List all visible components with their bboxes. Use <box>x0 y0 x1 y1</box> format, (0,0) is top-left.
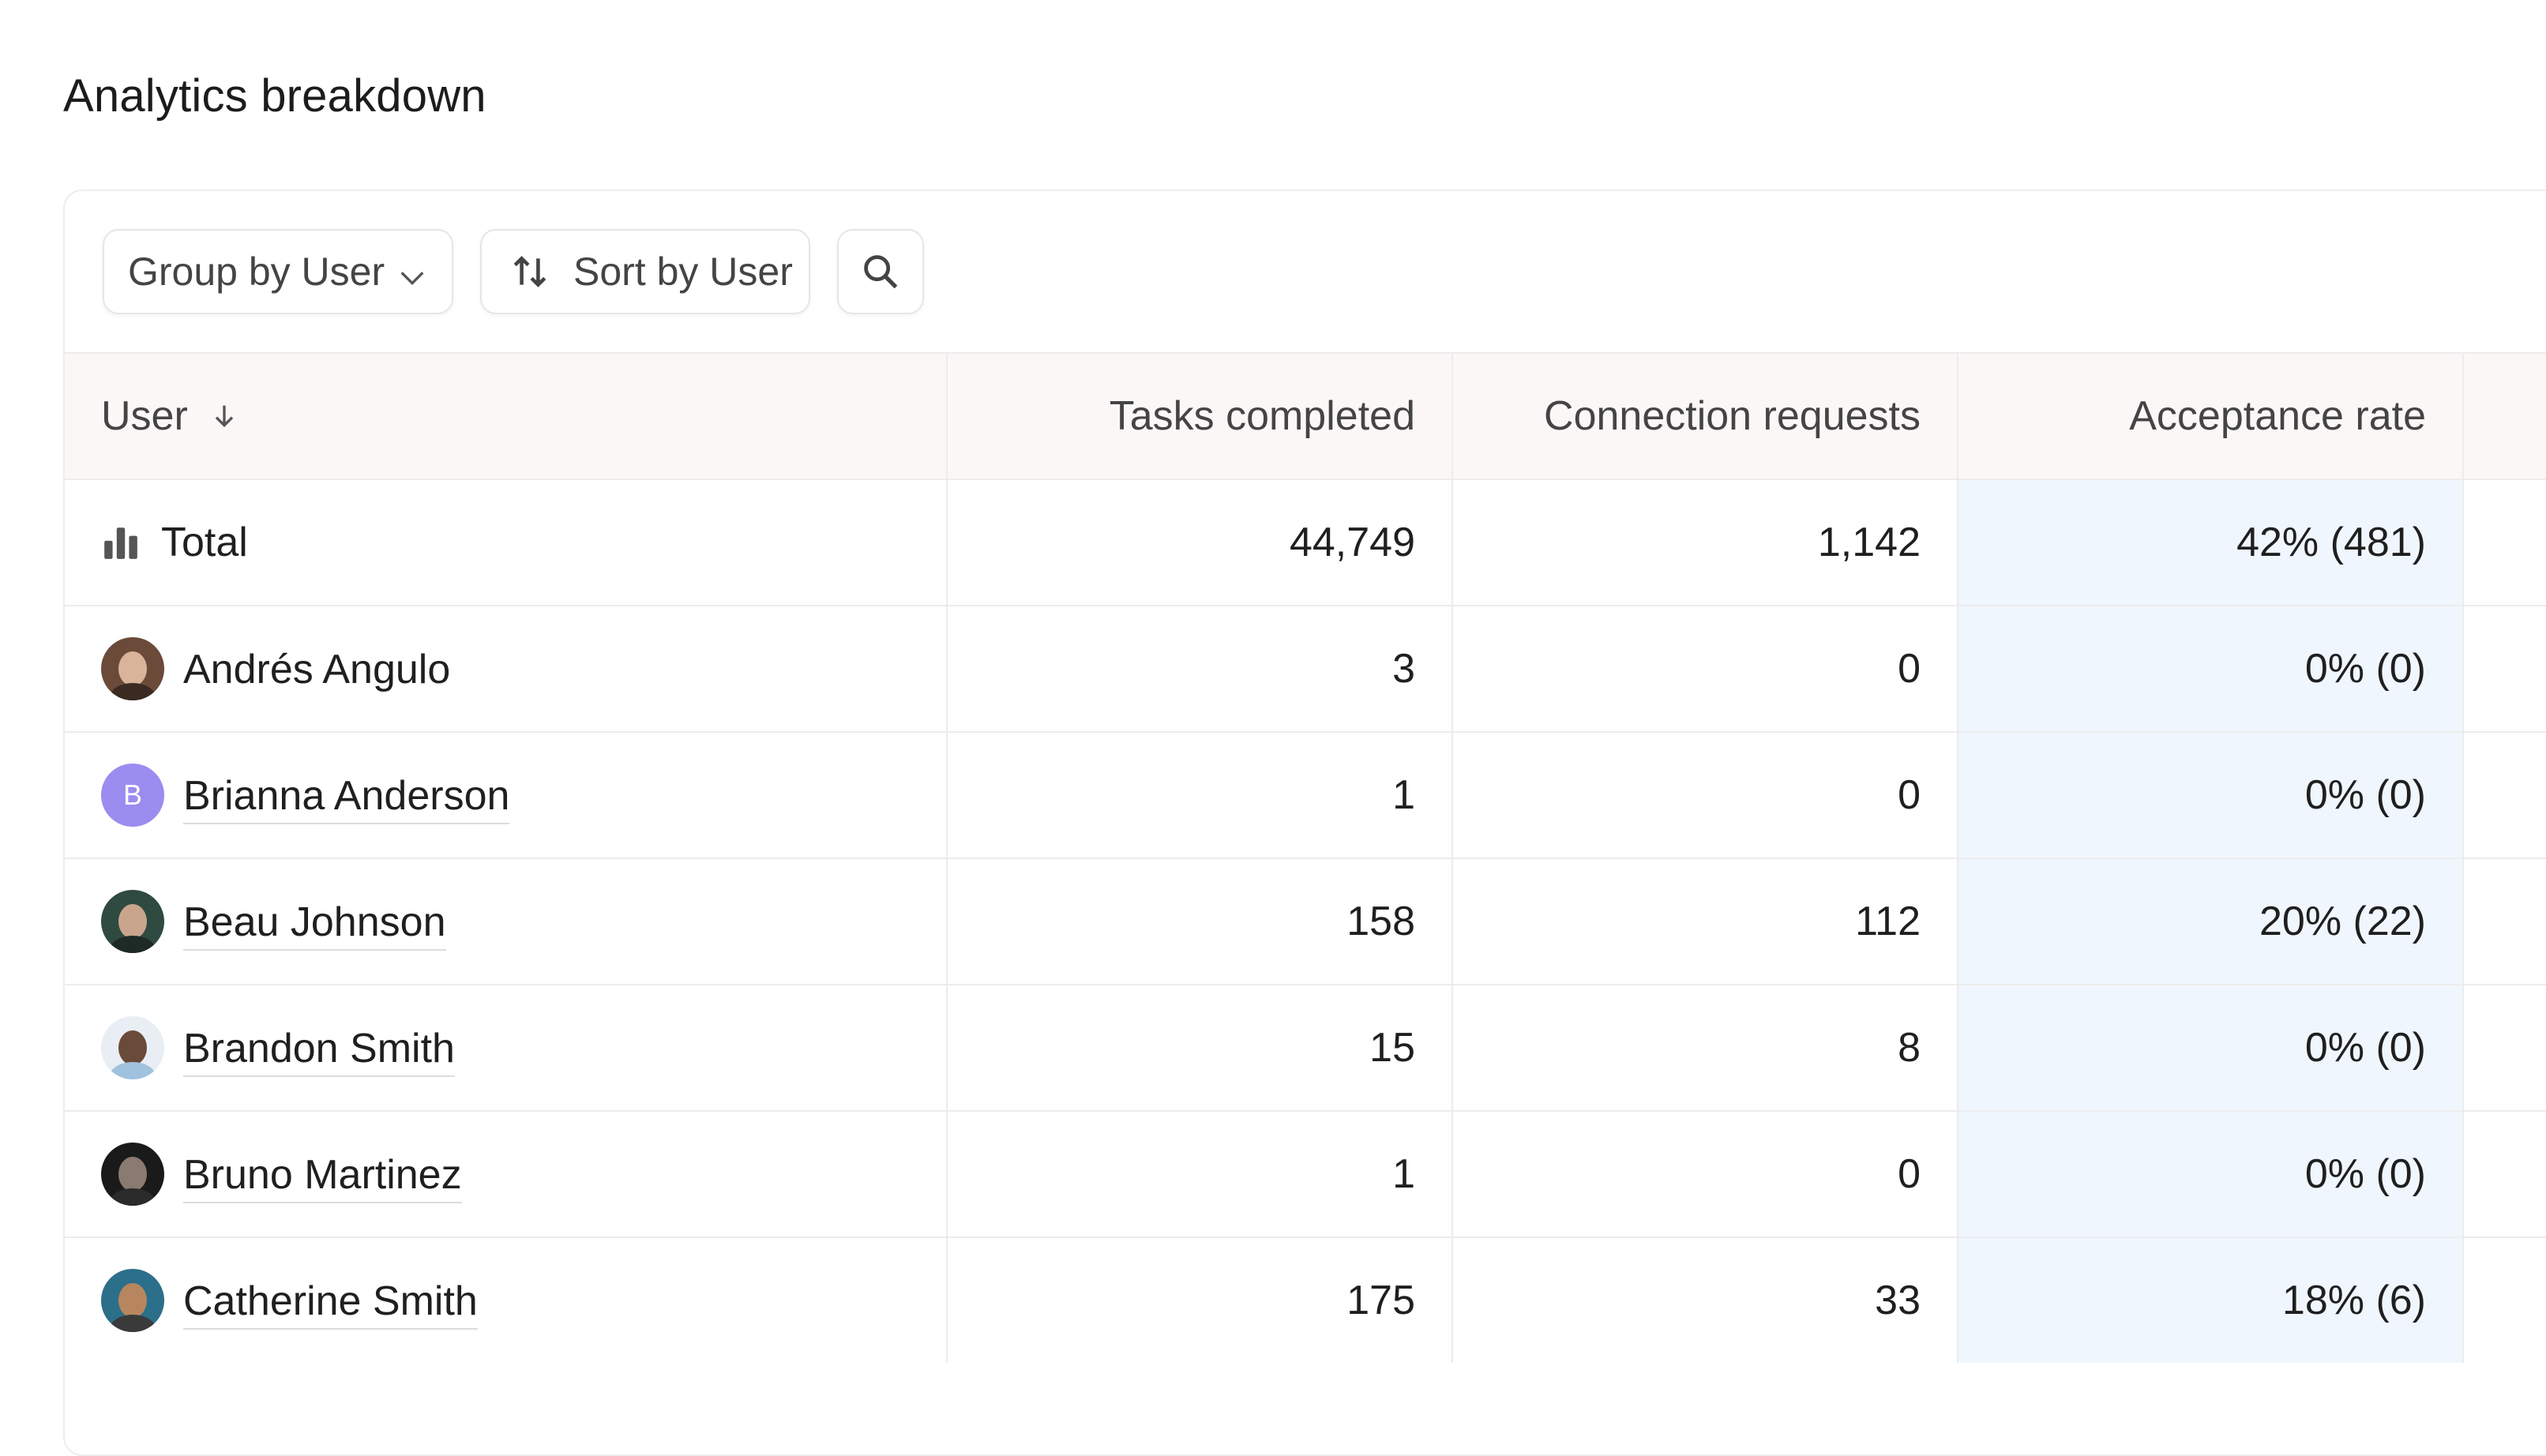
acceptance-value: 20% (22) <box>1958 859 2464 984</box>
user-name-link[interactable]: Brandon Smith <box>183 1025 455 1077</box>
tasks-value: 1 <box>948 1112 1453 1236</box>
table-row: Beau Johnson 158 112 20% (22) <box>65 857 2546 984</box>
analytics-card: Group by User Sort by User User Tasks co… <box>63 190 2546 1456</box>
table-header-row: User Tasks completed Connection requests… <box>65 352 2546 478</box>
total-cell: Total <box>65 480 948 605</box>
user-cell: Beau Johnson <box>65 859 948 984</box>
avatar <box>101 1016 164 1079</box>
sort-arrows-icon <box>513 256 546 287</box>
table-row: Catherine Smith 175 33 18% (6) <box>65 1236 2546 1363</box>
user-name-link[interactable]: Catherine Smith <box>183 1278 478 1330</box>
table-row: B Brianna Anderson 1 0 0% (0) <box>65 731 2546 857</box>
avatar: B <box>101 764 164 827</box>
connections-value: 0 <box>1453 733 1958 857</box>
acceptance-value: 0% (0) <box>1958 733 2464 857</box>
connections-value: 112 <box>1453 859 1958 984</box>
search-button[interactable] <box>837 229 924 314</box>
table-row: Bruno Martinez 1 0 0% (0) <box>65 1110 2546 1236</box>
acceptance-value: 0% (0) <box>1958 606 2464 731</box>
user-name-link[interactable]: Andrés Angulo <box>183 646 450 698</box>
avatar <box>101 1269 164 1332</box>
tasks-value: 175 <box>948 1238 1453 1363</box>
connections-value: 0 <box>1453 1112 1958 1236</box>
connections-value: 33 <box>1453 1238 1958 1363</box>
search-icon <box>864 255 898 289</box>
user-cell: Brandon Smith <box>65 985 948 1110</box>
column-header-acceptance[interactable]: Acceptance rate <box>1958 354 2464 478</box>
column-header-user-label: User <box>101 393 188 439</box>
total-acceptance: 42% (481) <box>1958 480 2464 605</box>
total-row: Total 44,749 1,142 42% (481) <box>65 478 2546 605</box>
column-header-tasks[interactable]: Tasks completed <box>948 354 1453 478</box>
table-row: Andrés Angulo 3 0 0% (0) <box>65 605 2546 731</box>
user-cell: Andrés Angulo <box>65 606 948 731</box>
total-label: Total <box>161 520 248 565</box>
column-header-user[interactable]: User <box>65 354 948 478</box>
arrow-down-icon <box>215 405 233 428</box>
chevron-down-icon <box>396 257 428 303</box>
user-cell: B Brianna Anderson <box>65 733 948 857</box>
connections-value: 8 <box>1453 985 1958 1110</box>
table-row: Brandon Smith 15 8 0% (0) <box>65 984 2546 1110</box>
sort-by-button[interactable]: Sort by User <box>480 229 810 314</box>
page-title: Analytics breakdown <box>63 70 486 122</box>
tasks-value: 15 <box>948 985 1453 1110</box>
sort-by-label: Sort by User <box>573 250 793 294</box>
user-cell: Bruno Martinez <box>65 1112 948 1236</box>
tasks-value: 1 <box>948 733 1453 857</box>
group-by-button[interactable]: Group by User <box>103 229 453 314</box>
user-name-link[interactable]: Brianna Anderson <box>183 772 510 824</box>
toolbar: Group by User Sort by User <box>65 191 2546 352</box>
connections-value: 0 <box>1453 606 1958 731</box>
acceptance-value: 0% (0) <box>1958 1112 2464 1236</box>
total-connections: 1,142 <box>1453 480 1958 605</box>
tasks-value: 3 <box>948 606 1453 731</box>
tasks-value: 158 <box>948 859 1453 984</box>
user-name-link[interactable]: Bruno Martinez <box>183 1151 462 1203</box>
bar-chart-icon <box>104 527 137 559</box>
user-name-link[interactable]: Beau Johnson <box>183 899 446 951</box>
user-cell: Catherine Smith <box>65 1238 948 1363</box>
avatar <box>101 890 164 953</box>
acceptance-value: 18% (6) <box>1958 1238 2464 1363</box>
acceptance-value: 0% (0) <box>1958 985 2464 1110</box>
total-tasks: 44,749 <box>948 480 1453 605</box>
group-by-label: Group by User <box>128 250 385 294</box>
avatar <box>101 1143 164 1206</box>
column-header-connections[interactable]: Connection requests <box>1453 354 1958 478</box>
avatar <box>101 637 164 700</box>
